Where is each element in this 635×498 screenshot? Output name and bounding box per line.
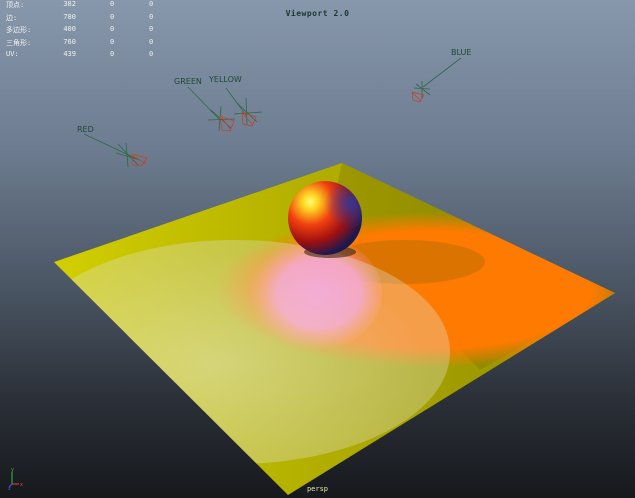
light-label-red: RED bbox=[77, 125, 94, 134]
hud-row: 三角形: 760 0 0 bbox=[6, 38, 166, 51]
light-blue[interactable] bbox=[411, 57, 462, 103]
hud-value: 760 bbox=[63, 37, 76, 46]
light-red[interactable] bbox=[83, 133, 148, 168]
hud-value: 0 bbox=[149, 25, 154, 33]
hud-row: UV: 439 0 0 bbox=[6, 50, 166, 63]
hud-value: 382 bbox=[63, 0, 76, 8]
light-label-yellow: YELLOW bbox=[209, 75, 242, 84]
viewport-title: Viewport 2.0 bbox=[285, 9, 350, 18]
hud-value: 400 bbox=[63, 25, 76, 33]
hud-label: 多边形: bbox=[6, 26, 32, 34]
light-green[interactable] bbox=[187, 86, 236, 132]
hud-value: 0 bbox=[149, 37, 154, 46]
axis-y-label: y bbox=[11, 467, 14, 473]
hud-value: 0 bbox=[110, 0, 115, 8]
maya-viewport[interactable]: 顶点: 382 0 0 边: 780 0 0 多边形: 400 0 0 三角形:… bbox=[0, 0, 635, 498]
hud-value: 0 bbox=[149, 0, 154, 8]
sphere-object[interactable] bbox=[288, 181, 362, 255]
hud-value: 0 bbox=[110, 25, 115, 33]
scene-canvas[interactable] bbox=[0, 0, 635, 498]
hud-row: 多边形: 400 0 0 bbox=[6, 25, 166, 38]
white-light-spot bbox=[54, 240, 450, 464]
hud-value: 439 bbox=[63, 50, 76, 58]
hud-value: 0 bbox=[149, 50, 154, 58]
hud-label: 三角形: bbox=[6, 38, 32, 47]
hud-label: UV: bbox=[6, 50, 19, 58]
hud-value: 0 bbox=[110, 50, 115, 58]
light-label-green: GREEN bbox=[174, 77, 202, 86]
camera-name: persp bbox=[306, 485, 329, 493]
hud-value: 0 bbox=[110, 37, 115, 46]
light-label-blue: BLUE bbox=[451, 48, 472, 57]
